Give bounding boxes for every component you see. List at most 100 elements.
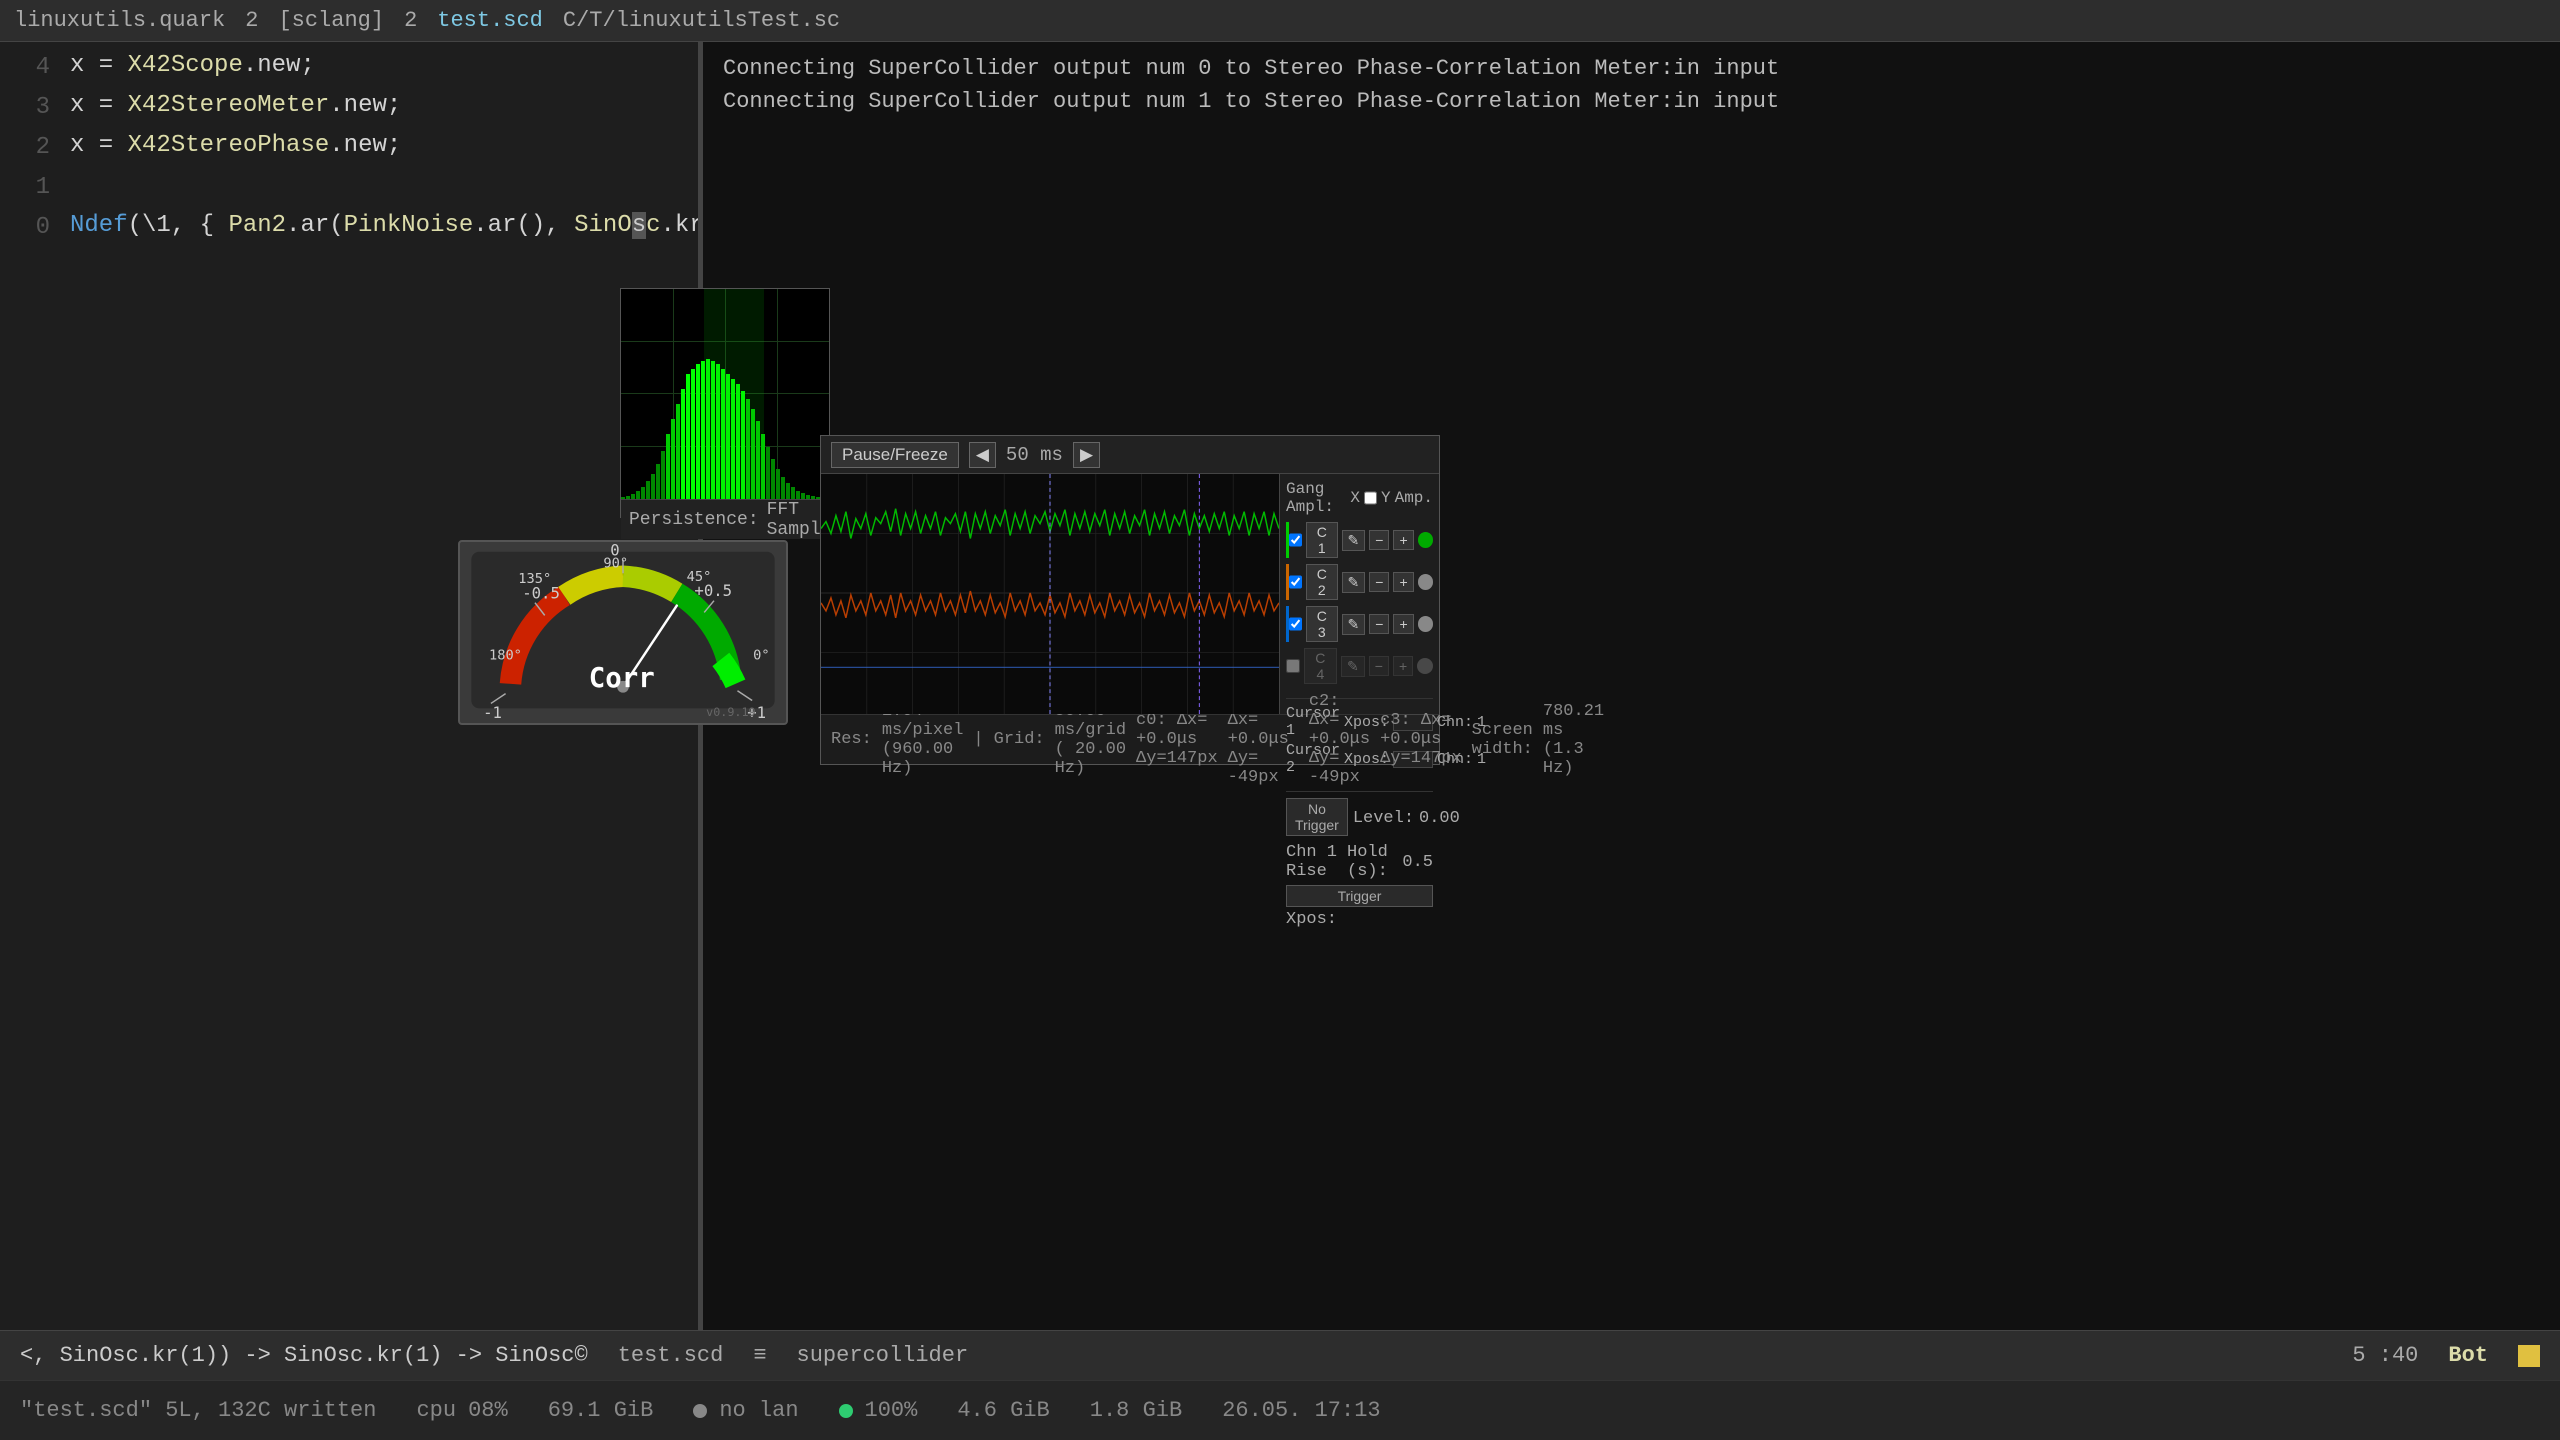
code-line-2: 2 x = X42StereoPhase.new; xyxy=(0,132,698,172)
spectrum-window[interactable]: Persistence: FFT Samples: 2048 ◀ ▶ N/Oct… xyxy=(620,288,830,518)
oscilloscope-window[interactable]: Pause/Freeze ◀ 50 ms ▶ xyxy=(820,435,1440,765)
c2-label: c2: Δx= +0.0μs Δy= -49px xyxy=(1309,692,1370,787)
ch2-plus-btn[interactable]: + xyxy=(1393,572,1413,592)
console-line-2: Connecting SuperCollider output num 1 to… xyxy=(723,89,2540,114)
grid-label: Grid: xyxy=(994,730,1045,749)
scope-main: Gang Ampl: X Y Amp. C 1 ✎ − + C 2 ✎ − + xyxy=(821,474,1439,714)
ch3-edit-btn[interactable]: ✎ xyxy=(1342,614,1366,635)
chn1-rise-label: Chn 1 Rise xyxy=(1286,843,1342,881)
correlation-meter-svg: -1 -0.5 0 +0.5 +1 180° 135° 90° 45° 0° C… xyxy=(460,542,786,723)
ch4-btn[interactable]: C 4 xyxy=(1304,648,1337,684)
ch2-checkbox[interactable] xyxy=(1289,575,1302,589)
separator1: | xyxy=(973,730,983,749)
ch4-green-btn[interactable] xyxy=(1417,658,1433,674)
spectrum-controls[interactable]: Persistence: FFT Samples: 2048 ◀ ▶ N/Oct… xyxy=(621,499,829,539)
status-msg: <, SinOsc.kr(1)) -> SinOsc.kr(1) -> SinO… xyxy=(20,1343,588,1368)
correlation-window[interactable]: -1 -0.5 0 +0.5 +1 180° 135° 90° 45° 0° C… xyxy=(458,540,788,725)
console-line-1: Connecting SuperCollider output num 0 to… xyxy=(723,56,2540,81)
screen-label: Screen width: xyxy=(1472,721,1533,759)
svg-text:0°: 0° xyxy=(753,647,769,663)
scope-top-bar[interactable]: Pause/Freeze ◀ 50 ms ▶ xyxy=(821,436,1439,474)
ch3-minus-btn[interactable]: − xyxy=(1369,614,1389,634)
channel2-row[interactable]: C 2 ✎ − + xyxy=(1286,564,1433,600)
line-content-3: x = X42StereoMeter.new; xyxy=(70,92,401,119)
gang-ampl-row: Gang Ampl: X Y Amp. xyxy=(1286,480,1433,516)
ch2-edit-btn[interactable]: ✎ xyxy=(1342,572,1366,593)
code-line-1: 1 xyxy=(0,172,698,212)
svg-text:Corr: Corr xyxy=(589,663,655,694)
res-label: Res: xyxy=(831,730,872,749)
scope-sidebar[interactable]: Gang Ampl: X Y Amp. C 1 ✎ − + C 2 ✎ − + xyxy=(1279,474,1439,714)
svg-text:-1: -1 xyxy=(483,703,502,722)
line-content-4: x = X42Scope.new; xyxy=(70,52,315,79)
ch2-minus-btn[interactable]: − xyxy=(1369,572,1389,592)
ch1-edit-btn[interactable]: ✎ xyxy=(1342,530,1366,551)
cpu-label: cpu xyxy=(416,1398,456,1423)
mem-section: 69.1 GiB xyxy=(548,1398,654,1423)
scope-channels-display xyxy=(821,474,1279,714)
cpu-val: 08% xyxy=(468,1398,508,1423)
ch3-btn[interactable]: C 3 xyxy=(1306,606,1338,642)
ch4-plus-btn[interactable]: + xyxy=(1393,656,1413,676)
mem2-val: 4.6 GiB xyxy=(957,1398,1049,1423)
ch1-green-btn[interactable] xyxy=(1418,532,1433,548)
net-section: no lan xyxy=(693,1398,798,1423)
time-right-btn[interactable]: ▶ xyxy=(1073,442,1100,468)
pause-freeze-btn[interactable]: Pause/Freeze xyxy=(831,442,959,468)
ch4-checkbox[interactable] xyxy=(1286,659,1300,673)
line-num-1: 1 xyxy=(10,172,50,201)
xpos-val-label: Xpos: xyxy=(1286,910,1337,929)
trigger-section[interactable]: No Trigger Level: 0.00 Chn 1 Rise Hold (… xyxy=(1286,791,1433,929)
date-section: 26.05. 17:13 xyxy=(1222,1398,1380,1423)
status-bar: <, SinOsc.kr(1)) -> SinOsc.kr(1) -> SinO… xyxy=(0,1330,2560,1380)
no-trigger-btn[interactable]: No Trigger xyxy=(1286,798,1348,836)
time-left-btn[interactable]: ◀ xyxy=(969,442,996,468)
scope-bottom: Res: 1.04 ms/pixel (960.00 Hz) | Grid: 5… xyxy=(821,714,1439,764)
zoom-section: 100% xyxy=(839,1398,918,1423)
channel1-row[interactable]: C 1 ✎ − + xyxy=(1286,522,1433,558)
line-num-3: 3 xyxy=(10,92,50,121)
status-dot xyxy=(839,1404,853,1418)
ch4-minus-btn[interactable]: − xyxy=(1369,656,1389,676)
ch1-btn[interactable]: C 1 xyxy=(1306,522,1338,558)
line-num-0: 0 xyxy=(10,212,50,241)
file-path: C/T/linuxutilsTest.sc xyxy=(563,8,840,33)
trigger-btn[interactable]: Trigger xyxy=(1286,885,1433,907)
bot-label: Bot xyxy=(2448,1343,2488,1368)
filename-tab[interactable]: test.scd xyxy=(437,8,543,33)
ch3-green-btn[interactable] xyxy=(1418,616,1433,632)
hold-val: 0.5 xyxy=(1402,853,1433,872)
line-num-4: 4 xyxy=(10,52,50,81)
mem2-section: 4.6 GiB xyxy=(957,1398,1049,1423)
channel4-row[interactable]: C 4 ✎ − + xyxy=(1286,648,1433,684)
ch3-checkbox[interactable] xyxy=(1289,617,1302,631)
mem3-section: 1.8 GiB xyxy=(1090,1398,1182,1423)
ch1-plus-btn[interactable]: + xyxy=(1393,530,1413,550)
ch2-green-btn[interactable] xyxy=(1418,574,1433,590)
persistence-label: Persistence: xyxy=(629,510,759,530)
written-msg-section: "test.scd" 5L, 132C written xyxy=(20,1398,376,1423)
line-num-2: 2 xyxy=(10,132,50,161)
ch4-edit-btn[interactable]: ✎ xyxy=(1341,656,1365,677)
ch3-plus-btn[interactable]: + xyxy=(1393,614,1413,634)
screen-val: 780.21 ms (1.3 Hz) xyxy=(1543,702,1604,778)
hold-label: Hold (s): xyxy=(1347,843,1397,881)
x-label: X xyxy=(1350,489,1360,507)
status-eq: ≡ xyxy=(753,1343,766,1368)
c3-label: c3: Δx= +0.0μs Δy=147px xyxy=(1380,711,1462,768)
y-checkbox[interactable] xyxy=(1364,491,1377,505)
status-lang: supercollider xyxy=(797,1343,969,1368)
info-bar: "test.scd" 5L, 132C written cpu 08% 69.1… xyxy=(0,1380,2560,1440)
status-filename: test.scd xyxy=(618,1343,724,1368)
ch1-minus-btn[interactable]: − xyxy=(1369,530,1389,550)
date-val: 26.05. 17:13 xyxy=(1222,1398,1380,1423)
zoom-val: 100% xyxy=(865,1398,918,1423)
lang-label: [sclang] xyxy=(278,8,384,33)
yellow-indicator xyxy=(2518,1345,2540,1367)
net-dot xyxy=(693,1404,707,1418)
ch1-checkbox[interactable] xyxy=(1289,533,1302,547)
cpu-section: cpu 08% xyxy=(416,1398,507,1423)
ch2-btn[interactable]: C 2 xyxy=(1306,564,1338,600)
written-msg: "test.scd" 5L, 132C written xyxy=(20,1398,376,1423)
channel3-row[interactable]: C 3 ✎ − + xyxy=(1286,606,1433,642)
